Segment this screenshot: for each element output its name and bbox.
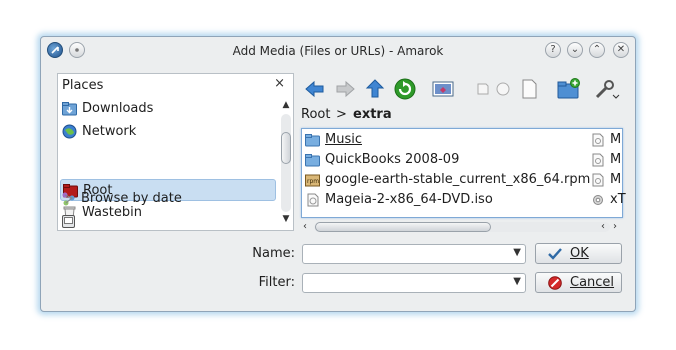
add-media-dialog: Add Media (Files or URLs) - Amarok ? ⌄ ⌃… — [40, 36, 636, 312]
detail-view-button[interactable] — [491, 77, 515, 101]
scroll-up-icon[interactable]: ▲ — [280, 100, 292, 112]
breadcrumb-root[interactable]: Root — [301, 107, 330, 122]
detail-view-icon — [496, 82, 510, 96]
reload-button[interactable] — [393, 77, 417, 101]
file-column-2: M — [610, 152, 622, 167]
place-label: Browse by date — [81, 191, 182, 206]
places-title: Places — [62, 78, 104, 93]
places-close-button[interactable]: × — [274, 76, 285, 91]
file-column-2: xT — [610, 192, 626, 207]
up-button[interactable] — [363, 77, 387, 101]
ok-label: OK — [570, 246, 589, 261]
name-label: Name: — [252, 246, 295, 261]
scroll-thumb[interactable] — [281, 132, 291, 164]
cancel-icon — [548, 276, 562, 290]
chevron-down-icon[interactable]: ▼ — [513, 247, 521, 258]
file-list[interactable]: Music M QuickBooks 2008-09 M rpm google-… — [301, 128, 626, 218]
file-column-2: M — [610, 172, 622, 187]
folder-icon — [305, 133, 320, 147]
svg-text:rpm: rpm — [307, 178, 319, 185]
document-icon — [591, 153, 605, 167]
document-button[interactable] — [517, 77, 541, 101]
disc-image-icon — [305, 193, 320, 207]
reload-icon — [394, 78, 416, 100]
document-icon — [591, 133, 605, 147]
chevron-down-icon[interactable]: ▼ — [513, 276, 521, 287]
place-label: Network — [82, 124, 137, 139]
back-button[interactable] — [303, 77, 327, 101]
place-network[interactable]: Network — [60, 121, 276, 143]
options-wrench-icon — [595, 80, 620, 99]
downloads-folder-icon — [62, 101, 77, 116]
name-combobox[interactable]: ▼ — [302, 244, 526, 264]
place-drive[interactable] — [59, 211, 275, 233]
places-vertical-scrollbar[interactable]: ▲ ▼ — [280, 100, 292, 228]
up-arrow-icon — [365, 79, 385, 98]
network-globe-icon — [62, 124, 77, 139]
close-button[interactable]: ✕ — [613, 42, 629, 58]
title-bar[interactable]: Add Media (Files or URLs) - Amarok ? ⌄ ⌃… — [41, 37, 635, 65]
options-button[interactable] — [593, 77, 621, 101]
forward-arrow-icon — [336, 80, 355, 98]
maximize-button[interactable]: ⌃ — [589, 42, 605, 58]
file-row[interactable]: QuickBooks 2008-09 M — [302, 150, 622, 170]
help-button[interactable]: ? — [545, 42, 561, 58]
calendar-tree-icon — [61, 191, 76, 206]
scroll-left-end-icon[interactable]: ‹ — [601, 221, 611, 233]
scroll-left-icon[interactable]: ‹ — [303, 221, 313, 233]
folder-icon — [305, 153, 320, 167]
new-folder-icon — [557, 78, 580, 99]
place-label: Downloads — [82, 101, 154, 116]
file-row[interactable]: Music M — [302, 130, 622, 150]
gear-icon — [591, 193, 605, 207]
rpm-package-icon: rpm — [305, 173, 320, 187]
scroll-down-icon[interactable]: ▼ — [280, 214, 292, 226]
cancel-label: Cancel — [570, 275, 615, 290]
scroll-right-icon[interactable]: › — [613, 221, 623, 233]
file-name: QuickBooks 2008-09 — [325, 152, 460, 167]
file-name: Mageia-2-x86_64-DVD.iso — [325, 192, 493, 207]
place-downloads[interactable]: Downloads — [60, 98, 276, 120]
file-row[interactable]: rpm google-earth-stable_current_x86_64.r… — [302, 170, 622, 190]
file-list-horizontal-scrollbar[interactable]: ‹ ‹ › — [303, 221, 623, 233]
scroll-track[interactable] — [314, 222, 610, 232]
document-icon — [522, 79, 537, 99]
ok-button[interactable]: OK — [535, 243, 622, 264]
place-browse-by-date[interactable]: Browse by date — [59, 188, 275, 210]
preview-button[interactable] — [431, 77, 455, 101]
places-header: Places × — [58, 74, 293, 96]
new-folder-button[interactable] — [557, 77, 581, 101]
back-arrow-icon — [305, 80, 324, 98]
breadcrumb-current[interactable]: extra — [353, 107, 392, 122]
checkmark-icon — [548, 247, 562, 261]
shade-button[interactable]: ⌄ — [567, 42, 583, 58]
document-icon — [591, 173, 605, 187]
scroll-thumb[interactable] — [315, 222, 491, 232]
cancel-button[interactable]: Cancel — [535, 272, 622, 293]
breadcrumb-separator-icon[interactable]: > — [336, 107, 347, 122]
scroll-track[interactable] — [281, 114, 291, 212]
file-name: Music — [325, 132, 362, 147]
file-row[interactable]: Mageia-2-x86_64-DVD.iso xT — [302, 190, 626, 210]
filter-label: Filter: — [258, 275, 295, 290]
filter-combobox[interactable]: ▼ — [302, 273, 526, 293]
file-name: google-earth-stable_current_x86_64.rpm — [325, 172, 591, 187]
file-column-2: M — [610, 132, 622, 147]
drive-icon — [61, 214, 76, 229]
preview-icon — [432, 81, 454, 97]
forward-button[interactable] — [333, 77, 357, 101]
